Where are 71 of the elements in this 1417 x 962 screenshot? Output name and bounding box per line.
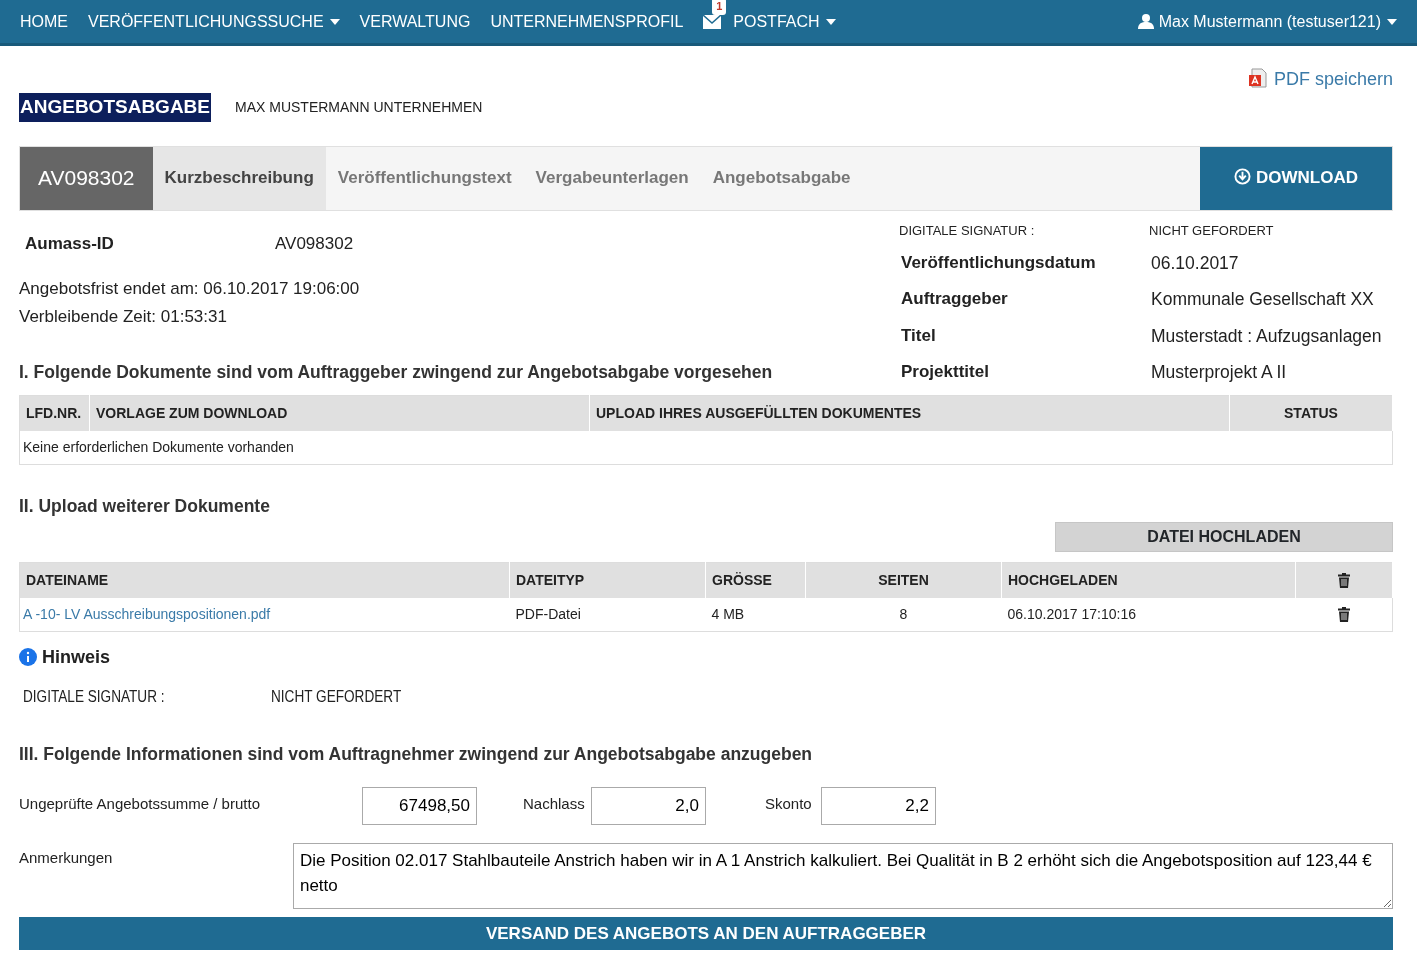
tab[interactable]: Veröffentlichungstext xyxy=(325,146,524,210)
nav-dropdown[interactable]: VERÖFFENTLICHUNGSSUCHE xyxy=(88,9,340,34)
user-icon xyxy=(1137,12,1154,29)
table-cell: 4 MB xyxy=(705,597,806,631)
column-header: STATUS xyxy=(1229,395,1393,432)
field-label: Skonto xyxy=(765,793,813,814)
field-value: Musterstadt : Aufzugsanlagen xyxy=(1151,324,1382,348)
column-header: UPLOAD IHRES AUSGEFÜLLTEN DOKUMENTES xyxy=(589,395,1230,432)
nav-dropdown[interactable]: POSTFACH xyxy=(733,9,836,34)
column-header: GRÖSSE xyxy=(705,562,806,598)
pdf-link[interactable]: PDF speichern xyxy=(1247,66,1393,93)
field-label: Projekttitel xyxy=(901,360,990,383)
trash-icon[interactable] xyxy=(1337,607,1350,623)
table-cell: Keine erforderlichen Dokumente vorhanden xyxy=(19,431,1393,465)
input-field[interactable]: 67498,50 xyxy=(362,786,477,825)
pdf-icon xyxy=(1247,68,1268,88)
nav-link[interactable]: VERWALTUNG xyxy=(359,9,471,34)
column-header: VORLAGE ZUM DOWNLOAD xyxy=(89,395,590,432)
table-cell: 06.10.2017 17:10:16 xyxy=(1001,597,1296,631)
notification-badge: 1 xyxy=(712,0,727,15)
nav-link[interactable]: HOME xyxy=(20,9,68,34)
field-value: NICHT GEFORDERT xyxy=(271,686,402,707)
tab[interactable]: Vergabeunterlagen xyxy=(523,146,701,210)
field-value: 06.10.2017 xyxy=(1151,252,1239,275)
field-label: Titel xyxy=(901,324,937,347)
field-label: Anmerkungen xyxy=(19,847,114,868)
field-value: NICHT GEFORDERT xyxy=(1149,221,1274,240)
deadline-text: Angebotsfrist endet am: 06.10.2017 19:06:00 xyxy=(19,278,361,300)
user-menu[interactable]: Max Mustermann (testuser121) xyxy=(1137,9,1397,34)
column-header: DATEINAME xyxy=(19,562,510,598)
field-label: Veröffentlichungsdatum xyxy=(901,252,1097,274)
field-label: DIGITALE SIGNATUR : xyxy=(899,221,1036,240)
input-field[interactable]: 2,0 xyxy=(591,786,706,825)
tab[interactable]: Angebotsabgabe xyxy=(700,146,863,210)
field-label: Nachlass xyxy=(523,793,586,814)
table-cell: 8 xyxy=(805,597,1002,631)
submit-button[interactable]: VERSAND DES ANGEBOTS AN DEN AUFTRAGGEBER xyxy=(19,916,1393,951)
caret-icon xyxy=(329,19,340,26)
company-name: MAX MUSTERMANN UNTERNEHMEN xyxy=(235,97,483,117)
page-title: ANGEBOTSABGABE xyxy=(19,93,211,122)
field-label: Ungeprüfte Angebotssumme / brutto xyxy=(19,793,261,814)
field-value: Kommunale Gesellschaft XX xyxy=(1151,288,1374,312)
section-heading: III. Folgende Informationen sind vom Auftragnehmer zwingend zur Angebotsabgabe anzugeben xyxy=(19,742,814,766)
column-header: SEITEN xyxy=(805,562,1002,598)
download-button[interactable]: DOWNLOAD xyxy=(1200,146,1392,210)
info-icon xyxy=(19,648,37,666)
field-value: AV098302 xyxy=(275,232,354,255)
column-header: LFD.NR. xyxy=(19,395,90,432)
upload-button[interactable]: DATEI HOCHLADEN xyxy=(1055,521,1393,552)
record-id: AV098302 xyxy=(20,146,153,210)
notes-field[interactable]: Die Position 02.017 Stahlbauteile Anstrich haben wir in A 1 Anstrich kalkuliert. Bei Qualität in B 2 erhöht sich die Angebotsposition auf 123,44 € netto xyxy=(292,842,1393,909)
field-value: Musterprojekt A II xyxy=(1151,360,1287,384)
trash-icon[interactable] xyxy=(1338,573,1350,589)
file-link[interactable]: A -10- LV Ausschreibungspositionen.pdf xyxy=(23,605,271,622)
nav-link[interactable]: UNTERNEHMENSPROFIL xyxy=(490,9,684,34)
tab[interactable]: Kurzbeschreibung xyxy=(152,146,326,210)
field-label: DIGITALE SIGNATUR : xyxy=(23,686,165,707)
input-field[interactable]: 2,2 xyxy=(821,786,936,825)
section-heading: I. Folgende Dokumente sind vom Auftraggeber zwingend zur Angebotsabgabe vorgesehen xyxy=(19,361,774,384)
column-header: DATEITYP xyxy=(509,562,706,598)
caret-icon xyxy=(825,19,836,26)
hint-title: Hinweis xyxy=(42,645,111,669)
remaining-time: Verbleibende Zeit: 01:53:31 xyxy=(19,305,228,328)
section-heading: II. Upload weiterer Dokumente xyxy=(19,495,271,519)
caret-icon xyxy=(1387,19,1397,26)
table-cell: PDF-Datei xyxy=(509,597,706,631)
field-label: Auftraggeber xyxy=(901,288,1009,311)
mail-icon[interactable] xyxy=(703,15,722,30)
column-header: HOCHGELADEN xyxy=(1001,562,1296,598)
field-label: Aumass-ID xyxy=(25,232,115,255)
download-icon xyxy=(1234,168,1251,186)
